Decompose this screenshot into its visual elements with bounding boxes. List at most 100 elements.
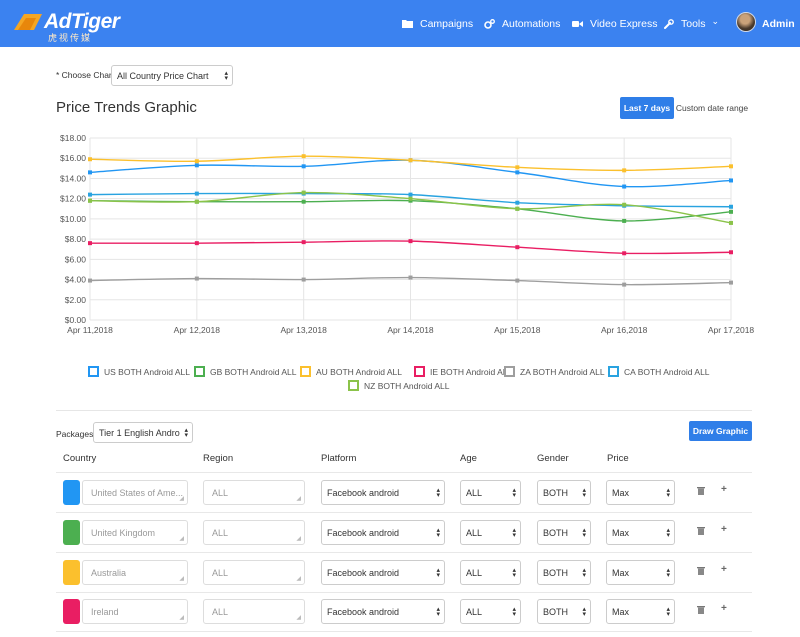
x-tick-label: Apr 15,2018	[494, 325, 541, 335]
series-point-6	[408, 196, 413, 201]
region-input[interactable]: ALL ◢	[203, 560, 305, 585]
legend-swatch	[504, 366, 515, 377]
delete-row-button[interactable]	[697, 486, 705, 498]
region-input-value: ALL	[212, 606, 229, 617]
legend-label: NZ BOTH Android ALL	[364, 380, 450, 391]
legend-item[interactable]: NZ BOTH Android ALL	[348, 380, 450, 391]
series-point-3	[515, 245, 520, 250]
age-select[interactable]: ALL ▴ ▾	[460, 599, 521, 624]
add-row-button[interactable]: +	[721, 564, 727, 575]
folder-icon	[402, 20, 413, 28]
row-color-swatch[interactable]	[63, 560, 80, 585]
choose-chart-select[interactable]: All Country Price Chart ▴ ▾	[111, 65, 233, 86]
series-point-2	[515, 165, 520, 170]
series-point-0	[622, 184, 627, 189]
price-select-value: Max	[612, 527, 630, 538]
x-tick-label: Apr 12,2018	[174, 325, 221, 335]
price-select[interactable]: Max ▴ ▾	[606, 560, 675, 585]
legend-item[interactable]: AU BOTH Android ALL	[300, 366, 402, 377]
delete-row-button[interactable]	[697, 566, 705, 578]
platform-select[interactable]: Facebook android ▴ ▾	[321, 599, 445, 624]
country-input-value: United Kingdom	[91, 527, 156, 538]
packages-select[interactable]: Tier 1 English Andro ▴ ▾	[93, 422, 193, 443]
legend-item[interactable]: CA BOTH Android ALL	[608, 366, 710, 377]
row-color-swatch[interactable]	[63, 599, 80, 624]
y-tick-label: $10.00	[60, 214, 86, 224]
brand-logo[interactable]: AdTiger 虎视传媒	[14, 8, 124, 43]
add-row-button[interactable]: +	[721, 603, 727, 614]
gender-select[interactable]: BOTH ▴ ▾	[537, 480, 591, 505]
series-point-6	[301, 190, 306, 195]
gender-select[interactable]: BOTH ▴ ▾	[537, 520, 591, 545]
legend-item[interactable]: IE BOTH Android ALL	[414, 366, 512, 377]
resize-grip-icon[interactable]: ◢	[296, 575, 301, 582]
resize-grip-icon[interactable]: ◢	[296, 495, 301, 502]
price-select[interactable]: Max ▴ ▾	[606, 480, 675, 505]
region-input[interactable]: ALL ◢	[203, 599, 305, 624]
add-row-button[interactable]: +	[721, 524, 727, 535]
avatar[interactable]	[736, 12, 756, 32]
nav-automations-label: Automations	[502, 17, 561, 30]
age-select[interactable]: ALL ▴ ▾	[460, 520, 521, 545]
user-menu-name[interactable]: Admin	[762, 0, 795, 47]
custom-date-range-button[interactable]: Custom date range	[674, 97, 750, 119]
price-trends-chart: $0.00 $2.00 $4.00 $6.00 $8.00 $10.00 $12.00 $14…	[60, 133, 754, 335]
nav-tools[interactable]: Tools ⌄	[664, 0, 719, 47]
add-row-button[interactable]: +	[721, 484, 727, 495]
platform-select-value: Facebook android	[327, 527, 400, 538]
platform-select[interactable]: Facebook android ▴ ▾	[321, 560, 445, 585]
column-header-country: Country	[63, 453, 97, 464]
series-point-5	[408, 192, 413, 197]
nav-campaigns[interactable]: Campaigns	[402, 0, 473, 47]
region-input[interactable]: ALL ◢	[203, 480, 305, 505]
resize-grip-icon[interactable]: ◢	[296, 614, 301, 621]
row-color-swatch[interactable]	[63, 480, 80, 505]
price-select[interactable]: Max ▴ ▾	[606, 520, 675, 545]
series-point-3	[88, 241, 92, 246]
resize-grip-icon[interactable]: ◢	[179, 575, 184, 582]
resize-grip-icon[interactable]: ◢	[179, 535, 184, 542]
country-input[interactable]: United Kingdom ◢	[82, 520, 188, 545]
resize-grip-icon[interactable]: ◢	[179, 614, 184, 621]
delete-row-button[interactable]	[697, 605, 705, 617]
platform-select-value: Facebook android	[327, 606, 400, 617]
last-7-days-button[interactable]: Last 7 days	[620, 97, 674, 119]
x-tick-label: Apr 16,2018	[601, 325, 648, 335]
price-select[interactable]: Max ▴ ▾	[606, 599, 675, 624]
gender-select[interactable]: BOTH ▴ ▾	[537, 599, 591, 624]
select-arrows-icon: ▴ ▾	[512, 486, 516, 499]
gender-select[interactable]: BOTH ▴ ▾	[537, 560, 591, 585]
row-separator	[56, 631, 752, 632]
age-select[interactable]: ALL ▴ ▾	[460, 560, 521, 585]
age-select[interactable]: ALL ▴ ▾	[460, 480, 521, 505]
legend-item[interactable]: US BOTH Android ALL	[88, 366, 190, 377]
country-input[interactable]: Australia ◢	[82, 560, 188, 585]
packages-value: Tier 1 English Andro	[99, 427, 180, 438]
legend-swatch	[88, 366, 99, 377]
nav-video-express[interactable]: Video Express	[572, 0, 658, 47]
series-point-4	[88, 278, 92, 283]
top-navbar: AdTiger 虎视传媒 Campaigns Automations Video…	[0, 0, 800, 47]
legend-item[interactable]: GB BOTH Android ALL	[194, 366, 296, 377]
platform-select-value: Facebook android	[327, 567, 400, 578]
trash-icon	[697, 527, 705, 535]
country-input[interactable]: Ireland ◢	[82, 599, 188, 624]
row-separator	[56, 472, 752, 473]
y-tick-label: $8.00	[65, 234, 87, 244]
series-point-4	[194, 276, 199, 281]
platform-select[interactable]: Facebook android ▴ ▾	[321, 480, 445, 505]
draw-graphic-button[interactable]: Draw Graphic	[689, 421, 752, 441]
country-input[interactable]: United States of Ame... ◢	[82, 480, 188, 505]
region-input[interactable]: ALL ◢	[203, 520, 305, 545]
nav-campaigns-label: Campaigns	[420, 17, 474, 30]
platform-select[interactable]: Facebook android ▴ ▾	[321, 520, 445, 545]
resize-grip-icon[interactable]: ◢	[296, 535, 301, 542]
section-divider	[56, 410, 752, 411]
row-color-swatch[interactable]	[63, 520, 80, 545]
resize-grip-icon[interactable]: ◢	[179, 495, 184, 502]
nav-automations[interactable]: Automations	[484, 0, 560, 47]
select-arrows-icon: ▴ ▾	[436, 526, 440, 539]
delete-row-button[interactable]	[697, 526, 705, 538]
select-arrows-icon: ▴ ▾	[582, 486, 586, 499]
legend-item[interactable]: ZA BOTH Android ALL	[504, 366, 605, 377]
